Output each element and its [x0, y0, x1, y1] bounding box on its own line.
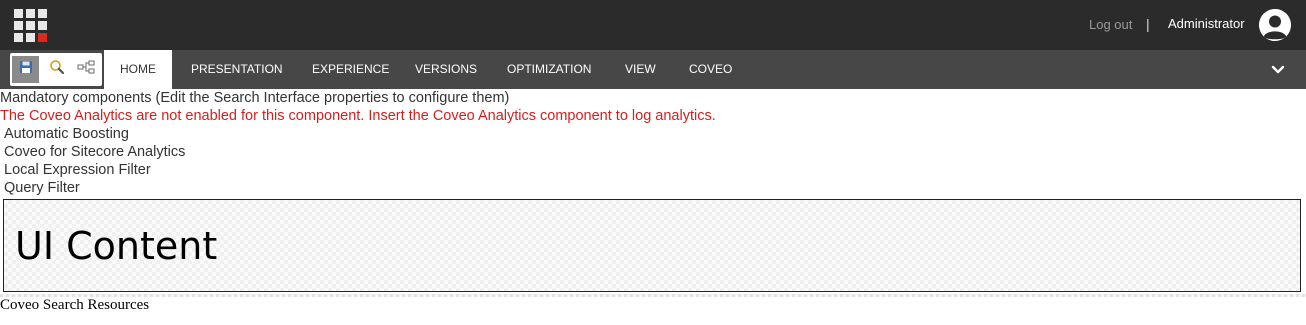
search-icon: [49, 59, 65, 80]
save-button[interactable]: [12, 56, 39, 83]
tab-coveo[interactable]: COVEO: [689, 50, 732, 89]
coveo-search-resources: Coveo Search Resources: [0, 297, 150, 313]
navigation-tree-icon: [77, 60, 95, 79]
search-button[interactable]: [43, 56, 70, 83]
tab-presentation[interactable]: PRESENTATION: [191, 50, 283, 89]
user-avatar-icon[interactable]: [1259, 9, 1291, 41]
tab-experience[interactable]: EXPERIENCE: [312, 50, 389, 89]
user-name[interactable]: Administrator: [1168, 16, 1245, 31]
quick-action-bar: [10, 53, 102, 86]
launchpad-grid-icon[interactable]: [14, 9, 47, 42]
save-icon: [19, 60, 33, 79]
component-item[interactable]: Local Expression Filter: [4, 162, 151, 178]
tab-versions[interactable]: VERSIONS: [415, 50, 477, 89]
placeholder-divider: [0, 294, 1306, 297]
tab-home[interactable]: HOME: [104, 50, 172, 89]
component-item[interactable]: Coveo for Sitecore Analytics: [4, 144, 185, 160]
ui-content-placeholder[interactable]: UI Content: [3, 199, 1301, 292]
ribbon-bar: HOME PRESENTATION EXPERIENCE VERSIONS OP…: [0, 50, 1306, 89]
component-item[interactable]: Query Filter: [4, 180, 80, 196]
navigation-tree-button[interactable]: [72, 56, 99, 83]
chevron-down-icon[interactable]: [1268, 62, 1288, 78]
top-bar: Log out | Administrator: [0, 0, 1306, 50]
analytics-warning: The Coveo Analytics are not enabled for …: [0, 108, 716, 124]
logout-link[interactable]: Log out: [1089, 17, 1132, 32]
tab-view[interactable]: VIEW: [625, 50, 656, 89]
topbar-separator: |: [1146, 16, 1150, 32]
ui-content-label: UI Content: [15, 224, 218, 268]
mandatory-components-heading: Mandatory components (Edit the Search In…: [0, 90, 510, 106]
tab-optimization[interactable]: OPTIMIZATION: [507, 50, 591, 89]
component-item[interactable]: Automatic Boosting: [4, 126, 129, 142]
